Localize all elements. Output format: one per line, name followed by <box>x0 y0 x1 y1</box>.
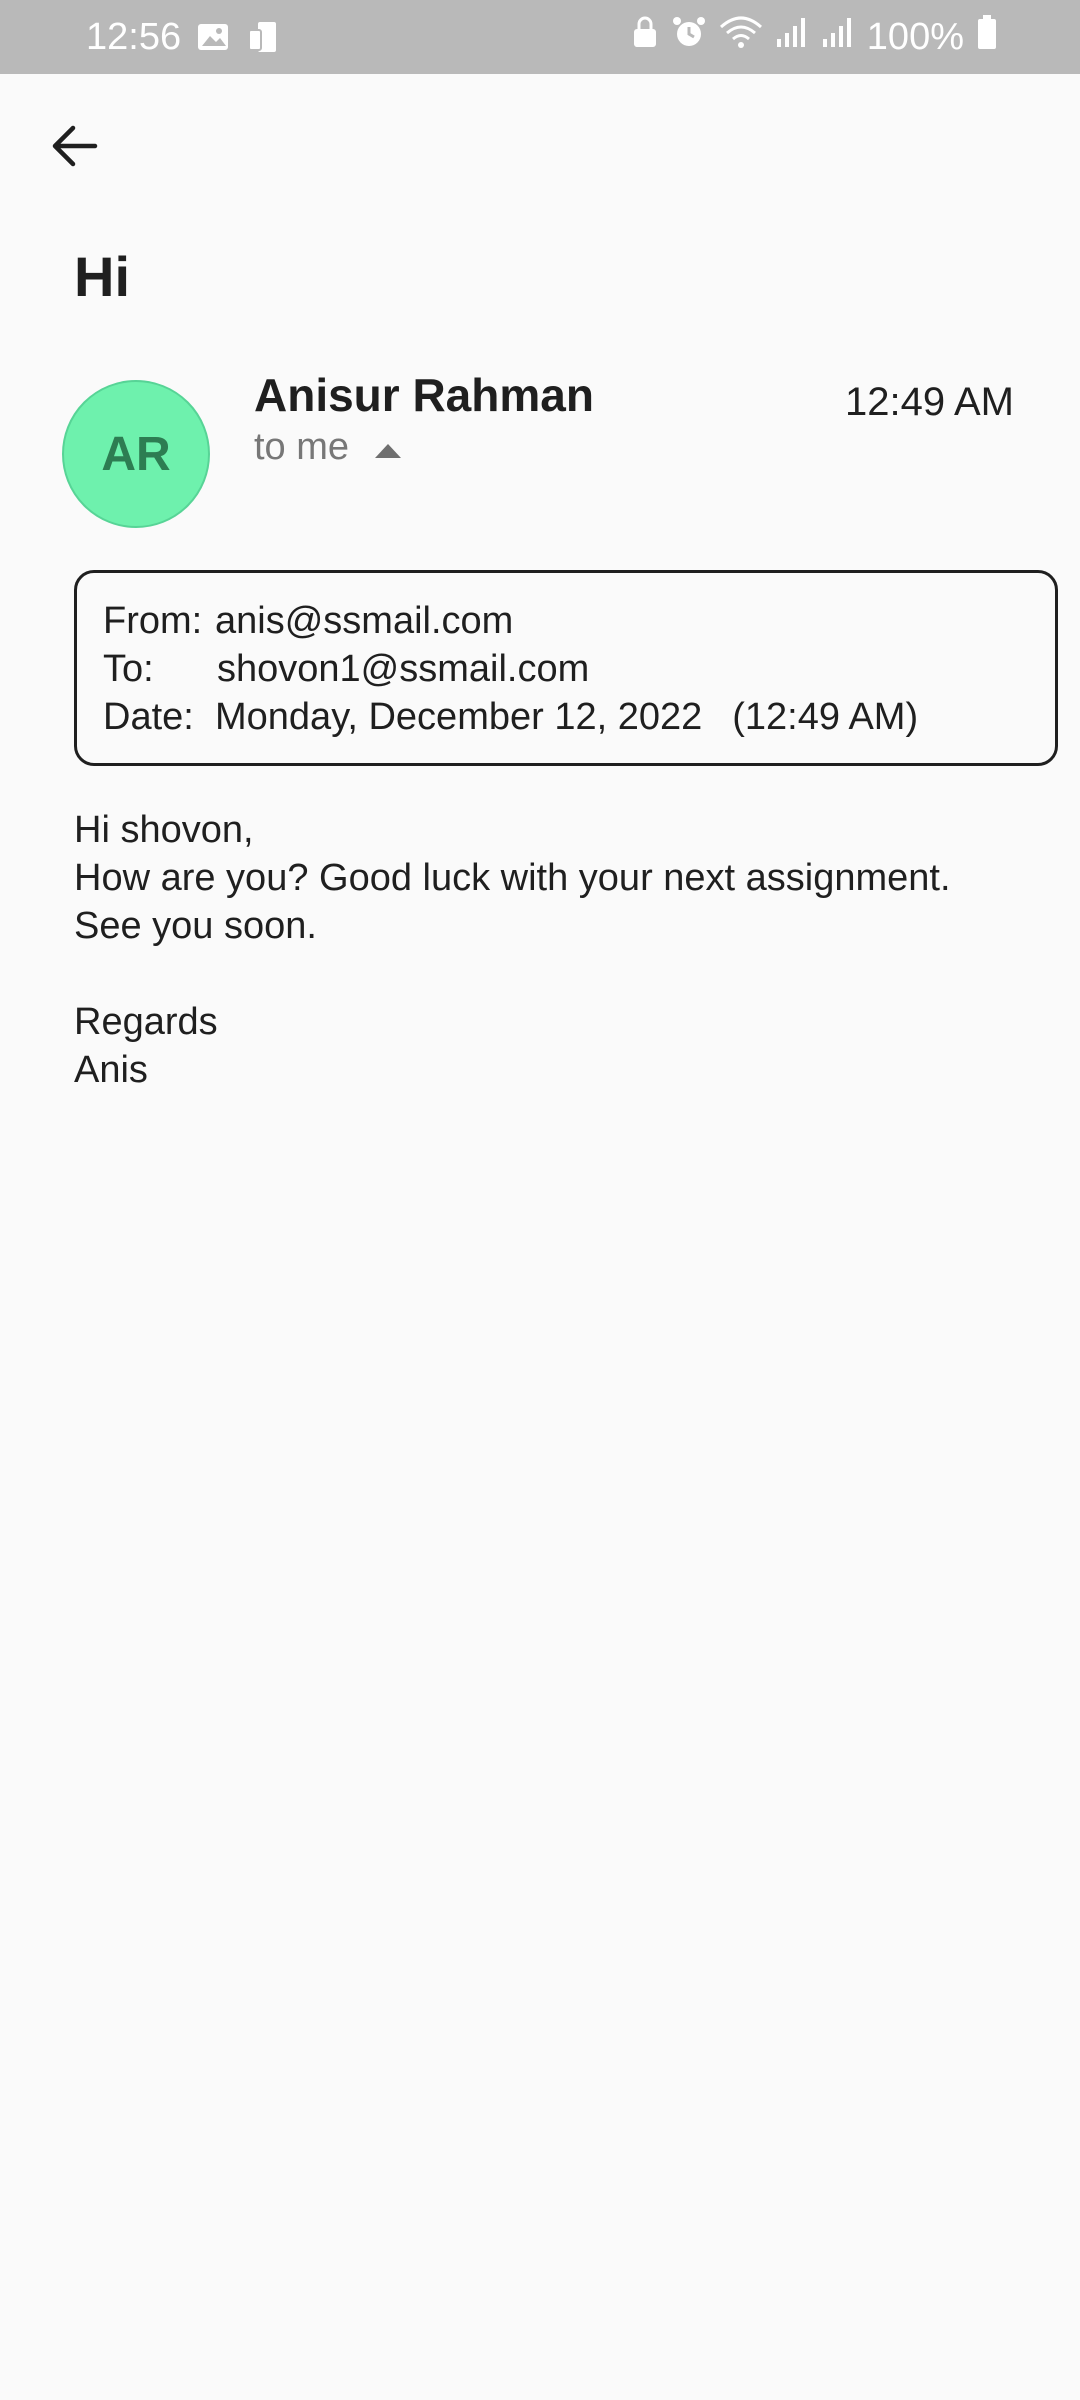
body-line: Hi shovon, <box>74 809 254 851</box>
date-label: Date: <box>103 696 194 738</box>
lock-icon <box>631 15 659 59</box>
body-line: How are you? Good luck with your next as… <box>74 857 951 899</box>
body-line: See you soon. <box>74 905 317 947</box>
recipient-summary: to me <box>254 426 350 468</box>
status-time: 12:56 <box>86 16 182 58</box>
caret-up-icon <box>375 443 402 458</box>
email-time: 12:49 AM <box>844 380 1014 424</box>
body-line: Anis <box>74 1049 148 1091</box>
to-value: shovon1@ssmail.com <box>217 648 590 690</box>
battery-icon <box>976 14 998 60</box>
avatar-initials: AR <box>101 427 171 481</box>
sender-name: Anisur Rahman <box>254 369 594 421</box>
email-body: Hi shovon, How are you? Good luck with y… <box>74 806 1034 1094</box>
email-subject: Hi <box>74 245 130 308</box>
date-value: Monday, December 12, 2022 <box>215 696 703 738</box>
gallery-icon <box>196 20 230 64</box>
back-button[interactable] <box>44 118 104 178</box>
detail-row-date: Date: Monday, December 12, 2022 (12:49 A… <box>103 693 1029 741</box>
alarm-icon <box>671 14 707 60</box>
body-line: Regards <box>74 1001 218 1043</box>
detail-row-to: To: shovon1@ssmail.com <box>103 645 1029 693</box>
wifi-icon <box>719 15 763 59</box>
from-value: anis@ssmail.com <box>215 600 514 642</box>
avatar[interactable]: AR <box>62 380 210 528</box>
detail-row-from: From: anis@ssmail.com <box>103 597 1029 645</box>
arrow-left-icon <box>49 123 99 174</box>
email-details-box: From: anis@ssmail.com To: shovon1@ssmail… <box>74 570 1058 766</box>
to-label: To: <box>103 648 154 690</box>
device-icon <box>246 20 280 64</box>
status-right: 100% <box>631 14 998 60</box>
battery-percentage: 100% <box>866 15 964 58</box>
from-label: From: <box>103 600 203 642</box>
signal-icon <box>775 15 809 59</box>
date-time-value: (12:49 AM) <box>732 696 919 738</box>
status-left-icons <box>196 20 280 64</box>
status-bar: 12:56 100% <box>0 0 1080 74</box>
body-blank-line <box>74 950 1034 998</box>
signal-icon <box>821 15 855 59</box>
recipient-details-toggle[interactable]: to me <box>254 426 402 469</box>
